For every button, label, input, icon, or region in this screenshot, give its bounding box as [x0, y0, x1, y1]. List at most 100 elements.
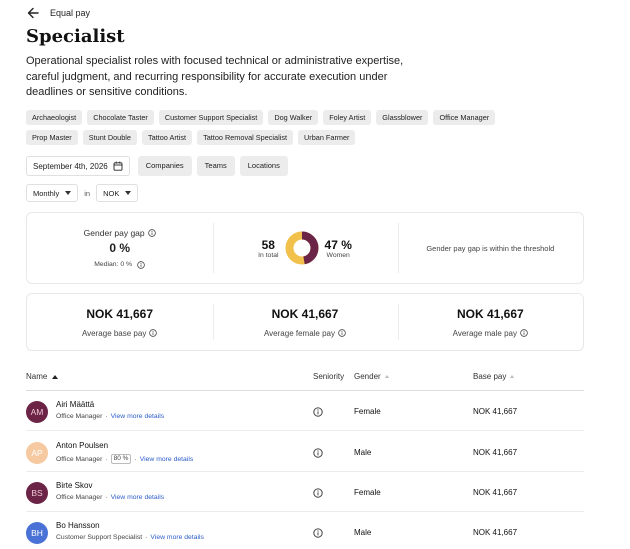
role-chip[interactable]: Customer Support Specialist — [158, 110, 264, 125]
teams-filter-button[interactable]: Teams — [196, 156, 235, 176]
employee-gender: Male — [354, 448, 372, 457]
avatar: AM — [26, 401, 48, 423]
filter-bar: September 4th, 2026 Companies Teams Loca… — [26, 156, 293, 176]
sort-icon — [510, 375, 515, 378]
total-label: In total — [258, 251, 279, 259]
role-chip[interactable]: Office Manager — [433, 110, 496, 125]
role-chip[interactable]: Stunt Double — [82, 130, 137, 145]
table-header: Name Seniority Gender Base pay — [26, 369, 584, 391]
role-chip[interactable]: Archaeologist — [26, 110, 83, 125]
employee-role: Office Manager — [56, 494, 103, 501]
role-chip[interactable]: Foley Artist — [323, 110, 372, 125]
avatar: AP — [26, 442, 48, 464]
separator: · — [105, 413, 108, 420]
gender-header-label: Gender — [354, 372, 381, 381]
view-more-details-link[interactable]: View more details — [150, 534, 204, 541]
name-header-label: Name — [26, 372, 48, 381]
in-label: in — [84, 188, 91, 198]
page-description: Operational specialist roles with focuse… — [26, 55, 404, 98]
sort-icon — [384, 375, 389, 378]
view-more-details-link[interactable]: View more details — [111, 413, 165, 420]
gender-column-header[interactable]: Gender — [354, 372, 389, 381]
seniority-column-header[interactable]: Seniority — [313, 372, 344, 381]
role-chip[interactable]: Urban Farmer — [298, 130, 356, 145]
average-male-pay-value: NOK 41,667 — [456, 306, 524, 321]
role-chip[interactable]: Glassblower — [376, 110, 429, 125]
average-male-pay-label: Average male pay — [452, 328, 517, 338]
role-chip[interactable]: Tattoo Removal Specialist — [197, 130, 294, 145]
average-pay-card: NOK 41,667 Average base pay NOK 41,667 A… — [26, 293, 584, 351]
separator: · — [145, 534, 148, 541]
table-row[interactable]: BH Bo Hansson Customer Support Specialis… — [26, 512, 584, 549]
median-value: Median: 0 % — [94, 261, 133, 268]
employee-base-pay: NOK 41,667 — [473, 407, 518, 416]
separator: · — [105, 455, 108, 463]
info-icon[interactable] — [520, 329, 528, 337]
view-more-details-link[interactable]: View more details — [140, 456, 194, 463]
employee-role: Office Manager — [56, 413, 103, 420]
women-percent: 47 % — [324, 237, 352, 252]
gender-summary-card: Gender pay gap 0 % Median: 0 % 58 In tot… — [26, 212, 584, 284]
employee-name: Airi Määttä — [56, 400, 95, 409]
top-bar: Equal pay — [26, 6, 90, 20]
pay-gap-value: 0 % — [109, 240, 130, 255]
info-icon[interactable] — [338, 329, 346, 337]
average-base-pay-label: Average base pay — [81, 328, 147, 338]
role-chip[interactable]: Chocolate Taster — [87, 110, 154, 125]
period-value: Monthly — [33, 188, 60, 198]
employee-role: Office Manager — [56, 455, 103, 463]
table-row[interactable]: AM Airi Määttä Office Manager · View mor… — [26, 391, 584, 431]
employee-base-pay: NOK 41,667 — [473, 448, 518, 457]
info-icon[interactable] — [137, 260, 145, 269]
role-chip-list: Archaeologist Chocolate Taster Customer … — [26, 110, 546, 145]
pay-gap-label: Gender pay gap — [83, 227, 145, 238]
total-count: 58 — [261, 237, 275, 252]
chevron-down-icon — [65, 191, 72, 195]
employee-gender: Female — [354, 488, 381, 497]
info-icon[interactable] — [313, 488, 323, 498]
female-pay-cell: NOK 41,667 Average female pay — [212, 294, 397, 350]
view-controls: Monthly in NOK — [26, 184, 139, 202]
info-icon[interactable] — [313, 448, 323, 458]
employee-name: Bo Hansson — [56, 521, 100, 530]
locations-filter-button[interactable]: Locations — [239, 156, 288, 176]
date-value: September 4th, 2026 — [33, 161, 108, 171]
male-pay-cell: NOK 41,667 Average male pay — [398, 294, 583, 350]
role-chip[interactable]: Tattoo Artist — [141, 130, 193, 145]
base-pay-cell: NOK 41,667 Average base pay — [27, 294, 212, 350]
threshold-cell: Gender pay gap is within the threshold — [398, 213, 583, 283]
period-select[interactable]: Monthly — [26, 184, 79, 202]
employee-gender: Female — [354, 407, 381, 416]
average-base-pay-value: NOK 41,667 — [86, 306, 154, 321]
average-female-pay-label: Average female pay — [263, 328, 335, 338]
role-chip[interactable]: Dog Walker — [268, 110, 319, 125]
date-picker[interactable]: September 4th, 2026 — [26, 156, 130, 176]
view-more-details-link[interactable]: View more details — [111, 494, 165, 501]
info-icon[interactable] — [147, 228, 156, 237]
headcount-cell: 58 In total 47 % Women — [212, 213, 397, 283]
chevron-down-icon — [125, 191, 132, 195]
gender-donut-chart — [285, 231, 319, 265]
calendar-icon — [113, 161, 123, 171]
currency-select[interactable]: NOK — [96, 184, 139, 202]
back-arrow-icon[interactable] — [26, 6, 40, 20]
back-link-label[interactable]: Equal pay — [50, 8, 90, 18]
employee-name: Anton Poulsen — [56, 441, 109, 450]
base-pay-column-header[interactable]: Base pay — [473, 372, 515, 381]
average-female-pay-value: NOK 41,667 — [271, 306, 339, 321]
page-title: Specialist — [26, 26, 125, 47]
avatar: BS — [26, 482, 48, 504]
info-icon[interactable] — [313, 407, 323, 417]
employee-base-pay: NOK 41,667 — [473, 528, 518, 537]
separator: · — [105, 494, 108, 501]
avatar: BH — [26, 522, 48, 544]
info-icon[interactable] — [149, 329, 158, 337]
name-column-header[interactable]: Name — [26, 372, 59, 381]
role-chip[interactable]: Prop Master — [26, 130, 78, 145]
info-icon[interactable] — [313, 528, 323, 538]
companies-filter-button[interactable]: Companies — [137, 156, 192, 176]
employee-gender: Male — [354, 528, 372, 537]
threshold-status: Gender pay gap is within the threshold — [426, 243, 555, 253]
table-row[interactable]: BS Birte Skov Office Manager · View more… — [26, 472, 584, 512]
table-row[interactable]: AP Anton Poulsen Office Manager · 80 % ·… — [26, 432, 584, 472]
